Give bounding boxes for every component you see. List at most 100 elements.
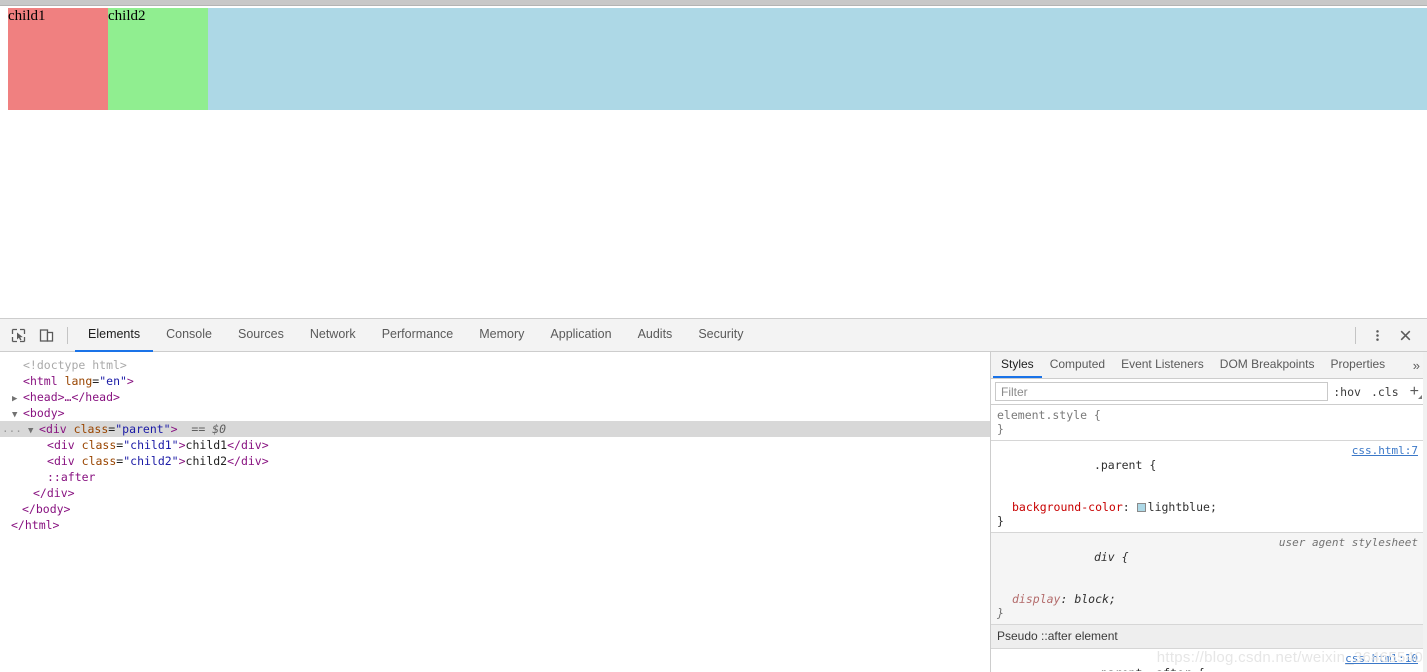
devtools-panel: Elements Console Sources Network Perform… <box>0 318 1427 672</box>
dom-line-div-close: </div> <box>0 485 990 501</box>
child1-close-tag-name: div <box>240 438 262 452</box>
page-viewport: child1 child2 <box>0 0 1427 318</box>
child2-div: child2 <box>108 8 208 110</box>
rule-selector-parent-text: .parent { <box>1093 458 1157 472</box>
tab-audits[interactable]: Audits <box>625 319 686 352</box>
style-rule-parent-after[interactable]: .parent::after { css.html:10 clear: both… <box>991 649 1427 671</box>
styles-filter-input[interactable] <box>995 382 1329 401</box>
declaration-property-background-color: background-color <box>1012 500 1123 514</box>
dom-line-child2[interactable]: <div class="child2">child2</div> <box>0 453 990 469</box>
style-rules-list: element.style { } .parent { css.html:7 b… <box>991 405 1427 671</box>
child1-div: child1 <box>8 8 108 110</box>
tab-memory[interactable]: Memory <box>466 319 537 352</box>
rule-origin-parent[interactable]: css.html:7 <box>1352 444 1418 458</box>
head-collapsed-text: <head>…</head> <box>23 390 120 404</box>
styles-pane: Styles Computed Event Listeners DOM Brea… <box>991 352 1427 672</box>
toolbar-divider <box>67 326 68 344</box>
declaration-display[interactable]: display: block; <box>997 592 1421 606</box>
devtools-body: <!doctype html> <html lang="en"> ▶ <head>… <box>0 352 1427 672</box>
rule-close-element-style: } <box>997 422 1004 436</box>
node-menu-ellipsis-icon[interactable]: ... <box>2 421 22 437</box>
selected-node-marker: == $0 <box>191 422 227 436</box>
tab-event-listeners[interactable]: Event Listeners <box>1113 352 1212 378</box>
tab-console[interactable]: Console <box>153 319 225 352</box>
device-toolbar-icon[interactable] <box>33 322 59 348</box>
dom-tree-pane[interactable]: <!doctype html> <html lang="en"> ▶ <head>… <box>0 352 990 672</box>
close-icon[interactable] <box>1392 322 1418 348</box>
new-style-rule-button[interactable]: + <box>1404 383 1423 400</box>
toolbar-right-group <box>1348 322 1423 348</box>
cls-toggle-button[interactable]: .cls <box>1366 385 1404 399</box>
tab-properties[interactable]: Properties <box>1322 352 1393 378</box>
parent-attr-value: "parent" <box>115 422 171 436</box>
rule-selector-parent: .parent { css.html:7 <box>997 444 1421 500</box>
declaration-value-display: block <box>1074 592 1109 606</box>
dom-line-html-close: </html> <box>0 517 990 533</box>
html-attr-name: lang <box>64 374 93 388</box>
rule-close-div: } <box>997 606 1004 620</box>
tab-application[interactable]: Application <box>537 319 624 352</box>
tab-sources[interactable]: Sources <box>225 319 297 352</box>
child1-attr-name: class <box>81 438 117 452</box>
tab-elements[interactable]: Elements <box>75 319 154 352</box>
tab-performance[interactable]: Performance <box>369 319 467 352</box>
parent-div: child1 child2 <box>8 8 1427 110</box>
devtools-toolbar: Elements Console Sources Network Perform… <box>0 319 1427 352</box>
child1-tag-name: div <box>53 438 75 452</box>
rule-selector-div: div { user agent stylesheet <box>997 536 1421 592</box>
viewport-top-bar <box>0 0 1427 6</box>
tab-computed[interactable]: Computed <box>1042 352 1113 378</box>
pseudo-after-text: ::after <box>47 470 96 484</box>
color-swatch-lightblue[interactable] <box>1136 503 1146 512</box>
declaration-background-color[interactable]: background-color: lightblue; <box>997 500 1421 514</box>
dom-line-parent-selected[interactable]: ... ▼ <div class="parent"> == $0 <box>0 421 990 437</box>
child2-attr-value: "child2" <box>123 454 179 468</box>
styles-tab-bar: Styles Computed Event Listeners DOM Brea… <box>991 352 1427 379</box>
style-rule-element-style[interactable]: element.style { } <box>991 405 1427 441</box>
hov-toggle-button[interactable]: :hov <box>1328 385 1366 399</box>
kebab-menu-icon[interactable] <box>1364 322 1390 348</box>
styles-filter-row: :hov .cls + <box>991 379 1427 405</box>
html-tag-name: html <box>29 374 58 388</box>
dom-line-body-open[interactable]: ▼ <body> <box>0 405 990 421</box>
html-attr-value: "en" <box>99 374 127 388</box>
declaration-property-display: display <box>1012 592 1061 606</box>
devtools-tab-bar: Elements Console Sources Network Perform… <box>75 319 756 352</box>
child2-tag-name: div <box>53 454 75 468</box>
parent-tag-name: div <box>45 422 67 436</box>
child1-node-text: child1 <box>185 438 228 452</box>
rule-selector-parent-after-text: .parent::after { <box>1094 666 1205 671</box>
dom-line-doctype: <!doctype html> <box>0 357 990 373</box>
rule-origin-parent-after[interactable]: css.html:10 <box>1345 652 1418 666</box>
body-close-text: </body> <box>22 502 71 516</box>
browser-window: child1 child2 Elements Console Sources N… <box>0 0 1427 672</box>
dom-line-head[interactable]: ▶ <head>…</head> <box>0 389 990 405</box>
rule-selector-parent-after: .parent::after { css.html:10 <box>997 652 1421 671</box>
tab-security[interactable]: Security <box>685 319 756 352</box>
child2-node-text: child2 <box>185 454 228 468</box>
child1-attr-value: "child1" <box>123 438 179 452</box>
declaration-value-background-color: lightblue <box>1147 500 1210 514</box>
dom-line-pseudo-after[interactable]: ::after <box>0 469 990 485</box>
doctype-text: <!doctype html> <box>23 358 127 372</box>
inspect-element-icon[interactable] <box>5 322 31 348</box>
body-open-text: <body> <box>23 406 65 420</box>
toolbar-divider-right <box>1355 326 1356 344</box>
rule-selector-element-style: element.style { <box>997 408 1101 422</box>
style-rule-div-ua[interactable]: div { user agent stylesheet display: blo… <box>991 533 1427 625</box>
pseudo-section-header: Pseudo ::after element <box>991 625 1427 649</box>
tab-styles[interactable]: Styles <box>993 352 1042 378</box>
div-close-text: </div> <box>33 486 75 500</box>
parent-attr-name: class <box>73 422 109 436</box>
child2-attr-name: class <box>81 454 117 468</box>
styles-scrollbar[interactable] <box>1423 352 1427 672</box>
dom-line-body-close: </body> <box>0 501 990 517</box>
dom-line-html-open[interactable]: <html lang="en"> <box>0 373 990 389</box>
style-rule-parent[interactable]: .parent { css.html:7 background-color: l… <box>991 441 1427 533</box>
html-close-text: </html> <box>11 518 60 532</box>
tab-network[interactable]: Network <box>297 319 369 352</box>
rule-selector-div-text: div { <box>1093 550 1129 564</box>
rule-origin-div: user agent stylesheet <box>1278 536 1418 549</box>
tab-dom-breakpoints[interactable]: DOM Breakpoints <box>1212 352 1323 378</box>
dom-line-child1[interactable]: <div class="child1">child1</div> <box>0 437 990 453</box>
